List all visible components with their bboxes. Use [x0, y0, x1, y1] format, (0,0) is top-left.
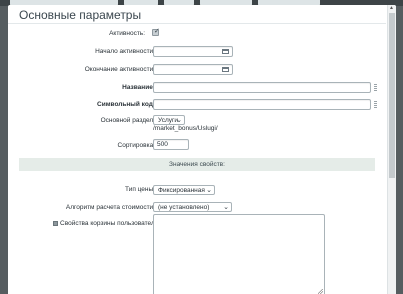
panel-title: Основные параметры: [19, 8, 142, 22]
active-from-input[interactable]: [153, 46, 233, 57]
calendar-icon[interactable]: [222, 67, 229, 72]
active-checkbox[interactable]: ✓: [152, 28, 160, 36]
section-select-value: Услуги: [158, 117, 178, 124]
price-type-select[interactable]: Фиксированная ⌄: [153, 185, 215, 195]
properties-header: Значения свойств:: [19, 158, 375, 171]
title-divider: [8, 23, 386, 24]
scroll-up-icon[interactable]: ▲: [389, 5, 394, 11]
chevron-down-icon: ⌄: [206, 187, 212, 194]
section-label: Основной раздел:: [100, 117, 155, 124]
sort-input[interactable]: 500: [153, 139, 189, 150]
expand-icon[interactable]: [53, 221, 58, 226]
chevron-down-icon: ⌄: [223, 204, 229, 211]
resize-grip-icon[interactable]: [318, 289, 323, 294]
name-input[interactable]: [153, 82, 371, 93]
code-input[interactable]: [153, 99, 371, 110]
code-label: Символьный код:: [97, 101, 155, 108]
sort-label: Сортировка:: [117, 142, 155, 149]
cart-props-label: Свойства корзины пользователя:: [60, 220, 161, 227]
active-from-label: Начало активности:: [95, 48, 155, 55]
resize-handle[interactable]: [374, 101, 377, 108]
resize-handle[interactable]: [374, 84, 377, 91]
name-label: Название:: [122, 84, 155, 91]
scrollbar[interactable]: ▲: [387, 5, 396, 294]
active-to-label: Окончание активности:: [84, 66, 155, 73]
price-type-value: Фиксированная: [158, 187, 205, 194]
form-panel: Основные параметры Активность: ✓ Начало …: [8, 5, 396, 294]
algorithm-select[interactable]: (не установлено) ⌄: [153, 202, 232, 212]
active-label: Активность:: [109, 30, 145, 37]
section-path: /market_bonus/Uslugi/: [153, 125, 218, 132]
check-icon: ✓: [154, 28, 160, 35]
properties-header-text: Значения свойств:: [169, 161, 225, 168]
section-select[interactable]: Услуги ⌄: [153, 115, 185, 125]
calendar-icon[interactable]: [222, 49, 229, 54]
active-to-input[interactable]: [153, 64, 233, 75]
algorithm-value: (не установлено): [158, 204, 210, 211]
scroll-thumb[interactable]: [389, 13, 395, 178]
cart-props-textarea[interactable]: [153, 214, 325, 294]
algorithm-label: Алгоритм расчета стоимости:: [65, 204, 155, 211]
price-type-label: Тип цены:: [125, 186, 155, 193]
